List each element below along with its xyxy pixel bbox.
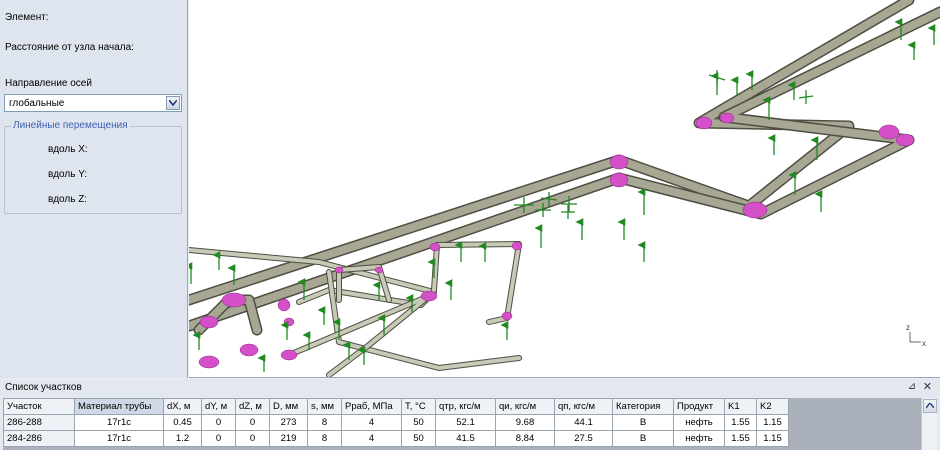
distance-label: Расстояние от узла начала:: [5, 42, 134, 53]
table-cell[interactable]: 41.5: [435, 430, 496, 447]
pipeline-model[interactable]: z x: [189, 0, 940, 378]
table-cell[interactable]: 1.15: [756, 430, 789, 447]
axis-z-label: z: [906, 323, 910, 332]
column-header[interactable]: K2: [756, 398, 789, 415]
table-cell[interactable]: 0: [235, 430, 270, 447]
table-cell[interactable]: 0: [201, 430, 236, 447]
axis-x-label: x: [922, 339, 926, 348]
linear-displacements-group: Линейные перемещения вдоль X: вдоль Y: в…: [4, 120, 182, 214]
column-header[interactable]: qп, кгс/м: [554, 398, 613, 415]
column-header[interactable]: qи, кгс/м: [495, 398, 555, 415]
chevron-down-icon: [169, 100, 177, 106]
vertical-scrollbar[interactable]: [921, 398, 937, 450]
table-cell[interactable]: нефть: [673, 414, 725, 431]
chevron-up-icon: [926, 403, 934, 409]
segments-list-title: Список участков: [5, 382, 82, 393]
table-cell[interactable]: 0.45: [163, 414, 202, 431]
table-cell[interactable]: 27.5: [554, 430, 613, 447]
segments-list-panel: Список участков ⊿ ✕ Участок Материал тру…: [0, 379, 940, 450]
column-header[interactable]: dY, м: [201, 398, 236, 415]
table-cell[interactable]: 50: [401, 430, 436, 447]
table-cell[interactable]: 1.55: [724, 414, 757, 431]
table-header-row: Участок Материал трубы dX, м dY, м dZ, м…: [3, 398, 789, 415]
pin-icon[interactable]: ⊿: [908, 381, 916, 392]
table-cell[interactable]: 1.15: [756, 414, 789, 431]
table-cell[interactable]: В: [612, 430, 674, 447]
pipe-bends: [198, 112, 915, 369]
table-cell[interactable]: 52.1: [435, 414, 496, 431]
column-header[interactable]: D, мм: [269, 398, 308, 415]
close-icon[interactable]: ✕: [923, 380, 932, 393]
table-cell[interactable]: 0: [201, 414, 236, 431]
table-row[interactable]: 286-288 17г1с 0.45 0 0 273 8 4 50 52.1 9…: [3, 414, 789, 431]
table-cell[interactable]: 1.2: [163, 430, 202, 447]
table-cell[interactable]: 4: [341, 414, 402, 431]
element-label: Элемент:: [5, 12, 49, 23]
axes-direction-value: глобальные: [9, 98, 65, 109]
along-x-label: вдоль X:: [48, 144, 88, 155]
table-cell[interactable]: В: [612, 414, 674, 431]
table-cell[interactable]: 286-288: [3, 414, 75, 431]
table-cell[interactable]: 17г1с: [74, 430, 164, 447]
table-cell[interactable]: 8.84: [495, 430, 555, 447]
pipeline-3d-view[interactable]: z x: [189, 0, 940, 378]
pipe-routes: [189, 0, 940, 377]
column-header[interactable]: s, мм: [307, 398, 342, 415]
axes-direction-select[interactable]: глобальные: [4, 94, 182, 112]
along-z-label: вдоль Z:: [48, 194, 88, 205]
column-header[interactable]: Pраб, МПа: [341, 398, 402, 415]
table-row[interactable]: 284-286 17г1с 1.2 0 0 219 8 4 50 41.5 8.…: [3, 430, 789, 447]
properties-panel: Элемент: Расстояние от узла начала: Напр…: [0, 0, 188, 378]
dropdown-button[interactable]: [166, 96, 180, 110]
table-cell[interactable]: 8: [307, 414, 342, 431]
table-cell[interactable]: 9.68: [495, 414, 555, 431]
table-cell[interactable]: 273: [269, 414, 308, 431]
table-cell[interactable]: 8: [307, 430, 342, 447]
column-header[interactable]: K1: [724, 398, 757, 415]
table-cell[interactable]: 4: [341, 430, 402, 447]
column-header[interactable]: T, °C: [401, 398, 436, 415]
column-header[interactable]: dX, м: [163, 398, 202, 415]
table-cell[interactable]: 1.55: [724, 430, 757, 447]
column-header[interactable]: dZ, м: [235, 398, 270, 415]
column-header[interactable]: Участок: [3, 398, 75, 415]
segments-table-container: Участок Материал трубы dX, м dY, м dZ, м…: [3, 398, 921, 450]
table-cell[interactable]: 17г1с: [74, 414, 164, 431]
table-cell[interactable]: нефть: [673, 430, 725, 447]
table-cell[interactable]: 219: [269, 430, 308, 447]
axes-direction-label: Направление осей: [5, 78, 92, 89]
column-header[interactable]: qтр, кгс/м: [435, 398, 496, 415]
along-y-label: вдоль Y:: [48, 169, 88, 180]
linear-displacements-title: Линейные перемещения: [11, 120, 130, 131]
scroll-up-button[interactable]: [923, 399, 937, 413]
column-header[interactable]: Материал трубы: [74, 398, 164, 415]
axis-gizmo: [909, 332, 921, 343]
segments-table: Участок Материал трубы dX, м dY, м dZ, м…: [3, 398, 789, 447]
table-cell[interactable]: 0: [235, 414, 270, 431]
column-header[interactable]: Продукт: [673, 398, 725, 415]
table-cell[interactable]: 284-286: [3, 430, 75, 447]
table-cell[interactable]: 50: [401, 414, 436, 431]
table-cell[interactable]: 44.1: [554, 414, 613, 431]
column-header[interactable]: Категория: [612, 398, 674, 415]
